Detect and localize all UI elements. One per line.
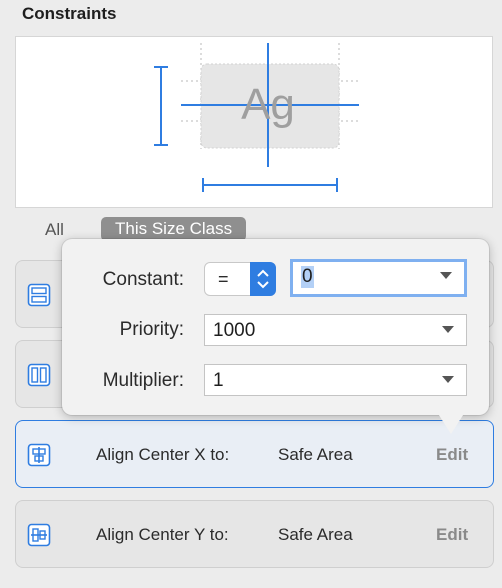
constant-combobox[interactable]: 0	[290, 259, 467, 297]
constraint-row-center-y[interactable]: Align Center Y to: Safe Area Edit	[15, 500, 494, 568]
multiplier-combobox[interactable]: 1	[204, 364, 467, 396]
preview-sample-text: Ag	[241, 80, 295, 129]
edit-button[interactable]: Edit	[436, 525, 468, 545]
vertical-stack-icon	[27, 283, 51, 307]
priority-label: Priority:	[119, 319, 184, 340]
multiplier-input[interactable]: 1	[213, 370, 224, 392]
tab-all[interactable]: All	[45, 220, 64, 240]
relation-value: =	[218, 269, 229, 289]
dropdown-arrow-icon[interactable]	[440, 272, 452, 279]
priority-input[interactable]: 1000	[213, 320, 255, 342]
constraint-target: Safe Area	[278, 525, 353, 544]
up-down-chevron-icon	[257, 269, 269, 289]
constraint-row-center-x[interactable]: Align Center X to: Safe Area Edit	[15, 420, 494, 488]
constraint-label: Align Center X to:	[96, 445, 230, 464]
constraint-label: Align Center Y to:	[96, 525, 229, 544]
dropdown-arrow-icon[interactable]	[442, 326, 454, 333]
priority-combobox[interactable]: 1000	[204, 314, 467, 346]
section-title: Constraints	[22, 4, 117, 23]
edit-button[interactable]: Edit	[436, 445, 468, 465]
constraint-target: Safe Area	[278, 445, 353, 464]
multiplier-label: Multiplier:	[102, 370, 184, 391]
dropdown-arrow-icon[interactable]	[442, 376, 454, 383]
constant-label: Constant:	[102, 269, 184, 290]
horizontal-stack-icon	[27, 363, 51, 387]
constraint-edit-popover: Constant: = 0 Priority: 1000 Multiplier:…	[62, 239, 489, 434]
tab-this-size-class[interactable]: This Size Class	[101, 217, 247, 241]
popover-arrow	[437, 412, 465, 434]
align-center-x-icon	[27, 443, 51, 467]
constant-input[interactable]: 0	[301, 266, 314, 288]
relation-stepper[interactable]: =	[204, 262, 276, 296]
align-center-y-icon	[27, 523, 51, 547]
relation-stepper-button[interactable]	[250, 262, 276, 296]
